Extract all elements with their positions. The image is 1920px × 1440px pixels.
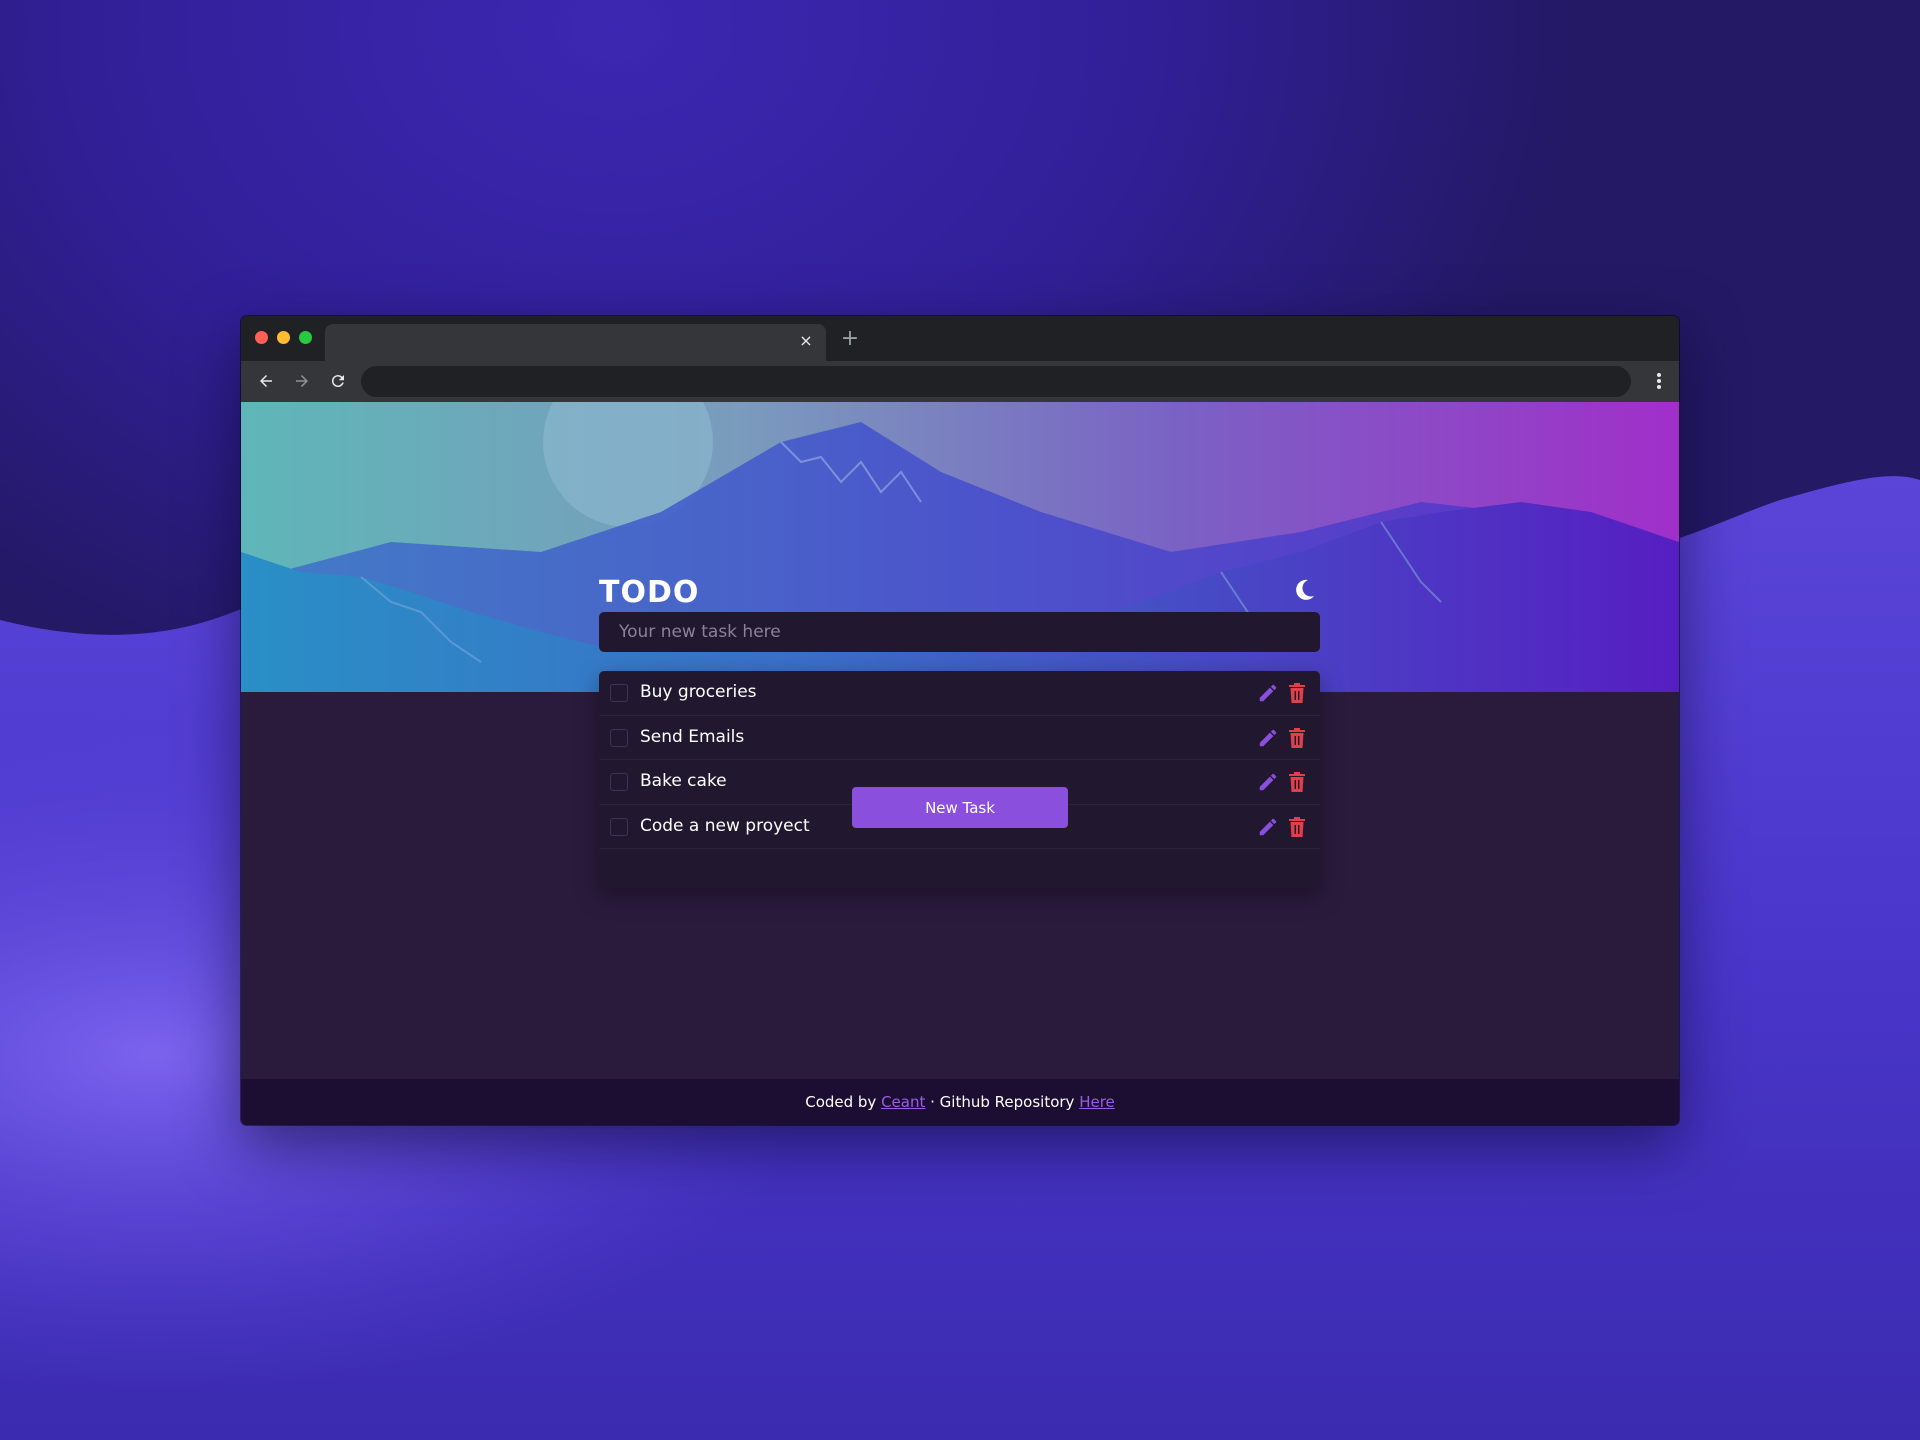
new-tab-button[interactable]: +	[839, 328, 861, 350]
task-text: Bake cake	[640, 771, 727, 791]
trash-icon[interactable]	[1288, 816, 1306, 838]
task-checkbox[interactable]	[610, 773, 628, 791]
page-footer: Coded by Ceant · Github Repository Here	[241, 1079, 1679, 1125]
browser-toolbar	[241, 361, 1679, 402]
task-checkbox[interactable]	[610, 728, 628, 747]
minimize-window-button[interactable]	[277, 331, 290, 344]
footer-coded-by: Coded by	[805, 1093, 882, 1111]
maximize-window-button[interactable]	[299, 331, 312, 344]
more-vertical-icon[interactable]	[1653, 369, 1665, 393]
reload-icon	[331, 375, 344, 388]
pencil-icon[interactable]	[1257, 771, 1279, 793]
arrow-right-icon	[296, 375, 308, 387]
todo-list: Buy groceries Send Emails Bake cake Code…	[599, 671, 1320, 888]
moon-icon[interactable]	[1294, 578, 1316, 600]
trash-icon[interactable]	[1288, 771, 1306, 793]
arrow-left-icon	[260, 375, 272, 387]
repo-link[interactable]: Here	[1079, 1093, 1115, 1111]
task-text: Code a new proyect	[640, 815, 810, 836]
footer-repo-text: · Github Repository	[925, 1093, 1080, 1111]
task-checkbox[interactable]	[610, 684, 628, 702]
new-task-button[interactable]: New Task	[852, 787, 1068, 828]
task-checkbox[interactable]	[610, 817, 628, 836]
task-text: Send Emails	[640, 726, 745, 747]
close-window-button[interactable]	[255, 331, 268, 344]
todo-item: Send Emails	[599, 716, 1320, 760]
task-text: Buy groceries	[640, 682, 757, 702]
todo-item: Buy groceries	[599, 671, 1320, 716]
pencil-icon[interactable]	[1257, 727, 1279, 749]
browser-tab[interactable]: ×	[325, 324, 826, 361]
pencil-icon[interactable]	[1257, 816, 1279, 838]
browser-window: × + TODO Your new task here Buy grocerie…	[241, 316, 1679, 1125]
author-link[interactable]: Ceant	[881, 1093, 925, 1111]
address-bar[interactable]	[361, 366, 1631, 397]
back-button[interactable]	[254, 369, 278, 393]
new-task-input[interactable]	[599, 612, 1320, 652]
todo-page: TODO Buy groceries Send Emails Bake cake	[241, 402, 1679, 1125]
tab-bar: × +	[241, 316, 1679, 361]
tab-close-icon[interactable]: ×	[796, 331, 816, 351]
app-title: TODO	[599, 575, 700, 610]
pencil-icon[interactable]	[1257, 682, 1279, 704]
forward-button[interactable]	[290, 369, 314, 393]
trash-icon[interactable]	[1288, 682, 1306, 704]
trash-icon[interactable]	[1288, 727, 1306, 749]
reload-button[interactable]	[326, 369, 350, 393]
